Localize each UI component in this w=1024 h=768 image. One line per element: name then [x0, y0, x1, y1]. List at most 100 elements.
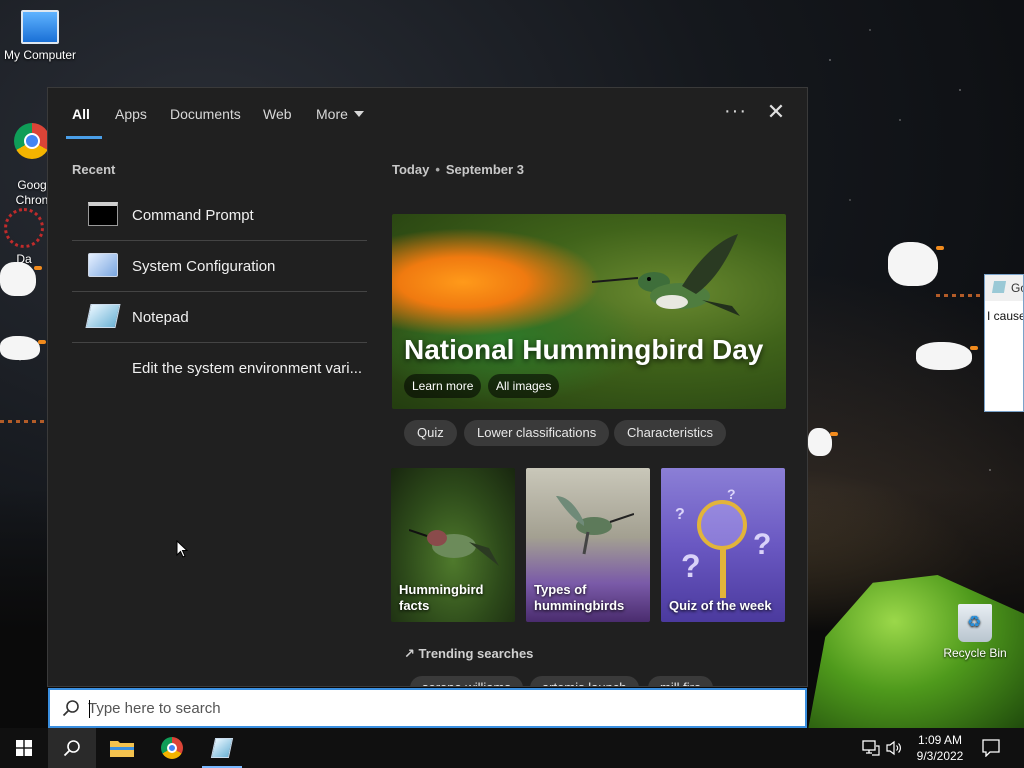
search-icon	[63, 740, 80, 757]
hummingbird-image	[556, 496, 634, 555]
question-mark-icon: ?	[727, 486, 736, 502]
goose-sprite	[0, 336, 46, 360]
hero-title: National Hummingbird Day	[404, 334, 764, 365]
hero-card[interactable]: National Hummingbird Day Learn more All …	[392, 214, 786, 409]
question-mark-icon: ?	[681, 548, 701, 584]
chip-quiz[interactable]: Quiz	[404, 420, 457, 446]
start-button[interactable]	[0, 728, 48, 768]
chevron-down-icon	[353, 111, 364, 117]
goose-sprite	[0, 262, 42, 296]
command-prompt-icon	[88, 202, 118, 226]
goose-sprite	[808, 428, 838, 456]
notepad-icon	[85, 304, 121, 328]
desktop-icon-partial[interactable]: Da	[2, 208, 46, 266]
tab-more-label: More	[316, 106, 348, 122]
question-mark-icon: ?	[753, 528, 772, 561]
magnifier-icon	[697, 500, 747, 550]
chip-characteristics[interactable]: Characteristics	[614, 420, 726, 446]
card-types-of-hummingbirds[interactable]: Types of hummingbirds	[526, 468, 650, 622]
card-caption: Hummingbird facts	[399, 582, 484, 613]
computer-icon	[21, 10, 59, 44]
trending-chip[interactable]: artemis launch	[530, 676, 639, 686]
recent-item-notepad[interactable]: Notepad	[72, 292, 367, 343]
background-window[interactable]: Go I cause	[984, 274, 1024, 412]
search-tabs: All Apps Documents Web More ··· ✕	[48, 88, 807, 140]
goose-sprite	[888, 242, 944, 286]
desktop-icon-label: Recycle Bin	[943, 646, 1007, 660]
magnifier-handle	[720, 548, 726, 598]
taskbar: 1:09 AM 9/3/2022	[0, 728, 1024, 768]
background-window-title: Go	[1011, 281, 1023, 295]
recent-item-label: System Configuration	[132, 258, 276, 275]
emblem-icon	[4, 208, 44, 248]
mouse-pointer-icon	[176, 540, 188, 558]
chrome-icon	[161, 737, 183, 759]
card-hummingbird-facts[interactable]: Hummingbird facts	[391, 468, 515, 622]
tab-web[interactable]: Web	[263, 106, 292, 122]
search-icon	[62, 700, 79, 717]
notifications-icon[interactable]	[982, 739, 1000, 757]
tab-more[interactable]: More	[316, 106, 364, 122]
taskbar-notepad[interactable]	[198, 728, 246, 768]
trending-arrow-icon: ↗	[404, 646, 415, 661]
recent-heading: Recent	[72, 162, 116, 177]
text-caret	[89, 700, 90, 718]
clock-date: 9/3/2022	[916, 749, 964, 763]
recent-item-system-configuration[interactable]: System Configuration	[72, 241, 367, 292]
taskbar-search-button[interactable]	[48, 728, 96, 768]
chip-lower-classifications[interactable]: Lower classifications	[464, 420, 610, 446]
trending-chip[interactable]: serena williams	[410, 676, 523, 686]
system-configuration-icon	[88, 253, 118, 277]
taskbar-chrome[interactable]	[148, 728, 196, 768]
today-label: Today	[392, 162, 430, 177]
hummingbird-image	[592, 234, 740, 316]
notepad-icon	[991, 281, 1007, 293]
desktop-icon-label: My Computer	[3, 48, 77, 62]
background-window-text: I cause	[987, 309, 1023, 323]
desktop-icon-my-computer[interactable]: My Computer	[2, 10, 78, 62]
tab-documents[interactable]: Documents	[170, 106, 241, 122]
taskbar-search-box[interactable]	[48, 688, 807, 728]
mud-trail	[936, 294, 984, 297]
learn-more-button[interactable]: Learn more	[404, 374, 482, 398]
folder-icon	[110, 741, 134, 757]
recent-item-label: Command Prompt	[132, 207, 254, 224]
trending-heading-label: Trending searches	[418, 646, 534, 661]
background-window-titlebar[interactable]: Go	[985, 275, 1023, 301]
tab-all[interactable]: All	[72, 106, 90, 122]
today-date: September 3	[445, 162, 524, 177]
tab-apps[interactable]: Apps	[115, 106, 147, 122]
windows-logo-icon	[16, 740, 32, 756]
mud-trail	[0, 420, 44, 423]
goose-sprite	[916, 342, 978, 370]
active-tab-indicator	[66, 136, 102, 139]
notepad-icon	[210, 738, 234, 758]
taskbar-file-explorer[interactable]	[98, 728, 146, 768]
clock-time: 1:09 AM	[917, 733, 963, 747]
today-header: Today • September 3	[392, 162, 524, 177]
search-panel: All Apps Documents Web More ··· ✕ Recent…	[47, 87, 808, 687]
close-icon[interactable]: ✕	[764, 100, 788, 124]
card-quiz-of-the-week[interactable]: ? ? ? ? Quiz of the week	[661, 468, 785, 622]
recent-item-environment-variables[interactable]: Edit the system environment vari...	[72, 343, 367, 393]
chrome-icon	[14, 123, 50, 159]
desktop-icon-recycle-bin[interactable]: Recycle Bin	[940, 604, 1010, 660]
recent-item-label: Notepad	[132, 309, 189, 326]
recent-list: Command Prompt System Configuration Note…	[72, 190, 367, 393]
card-caption: Quiz of the week	[669, 598, 772, 613]
system-clock[interactable]: 1:09 AM 9/3/2022	[906, 732, 974, 764]
recent-item-command-prompt[interactable]: Command Prompt	[72, 190, 367, 241]
volume-icon[interactable]	[886, 740, 902, 756]
question-mark-icon: ?	[675, 506, 685, 523]
all-images-button[interactable]: All images	[488, 374, 560, 398]
hummingbird-image	[409, 529, 499, 566]
recent-item-label: Edit the system environment vari...	[132, 360, 363, 377]
card-caption: Types of hummingbirds	[534, 582, 625, 613]
today-separator: •	[435, 162, 440, 177]
trending-chip[interactable]: mill fire	[648, 676, 714, 686]
search-input[interactable]	[88, 696, 788, 720]
more-options-icon[interactable]: ···	[724, 100, 747, 123]
trending-heading: ↗ Trending searches	[404, 646, 533, 662]
recycle-bin-icon	[958, 604, 992, 642]
network-icon[interactable]	[862, 740, 880, 756]
